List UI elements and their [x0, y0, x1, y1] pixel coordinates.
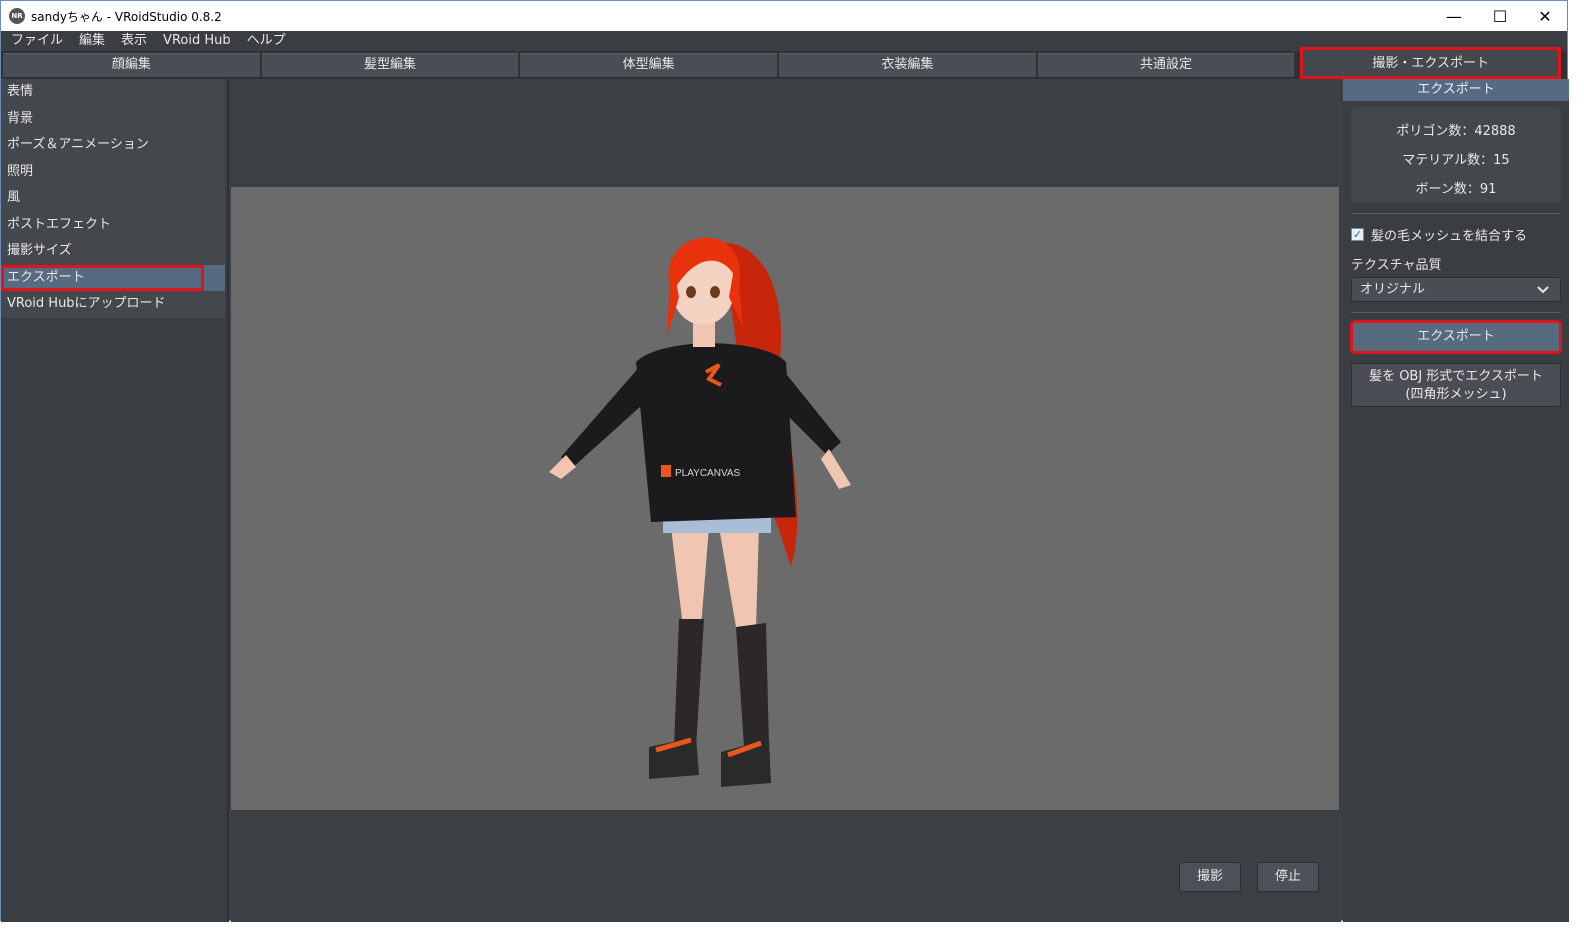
tab-photo-export[interactable]: 撮影・エクスポート [1300, 47, 1562, 79]
combine-hair-option[interactable]: ✓ 髪の毛メッシュを結合する [1343, 224, 1569, 244]
maximize-icon[interactable]: ☐ [1477, 1, 1523, 31]
sidebar-list: 表情 背景 ポーズ＆アニメーション 照明 風 ポストエフェクト 撮影サイズ エク… [1, 79, 225, 318]
texture-quality-value: オリジナル [1360, 282, 1426, 297]
sidebar-item-export[interactable]: エクスポート [1, 264, 225, 291]
export-hair-obj-button[interactable]: 髪を OBJ 形式でエクスポート (四角形メッシュ) [1351, 363, 1561, 407]
export-panel: エクスポート ポリゴン数：42888 マテリアル数：15 ボーン数：91 ✓ 髪… [1343, 79, 1569, 922]
mode-tab-bar: 顔編集 髪型編集 体型編集 衣装編集 共通設定 撮影・エクスポート [1, 47, 1567, 79]
menu-bar: ファイル 編集 表示 VRoid Hub ヘルプ [1, 31, 1567, 51]
texture-quality-label: テクスチャ品質 [1351, 258, 1442, 273]
minimize-icon[interactable]: — [1431, 1, 1477, 31]
window-title: sandyちゃん - VRoidStudio 0.8.2 [31, 10, 222, 24]
menu-edit[interactable]: 編集 [71, 31, 113, 51]
viewport: PLAYCANVAS 撮影 停止 [231, 79, 1341, 922]
sidebar-item-pose-animation[interactable]: ポーズ＆アニメーション [1, 132, 225, 159]
sidebar-item-lighting[interactable]: 照明 [1, 159, 225, 186]
material-count: マテリアル数：15 [1402, 153, 1510, 168]
export-hair-obj-sublabel: (四角形メッシュ) [1405, 387, 1507, 402]
chevron-down-icon [1536, 278, 1550, 309]
sidebar-item-wind[interactable]: 風 [1, 185, 225, 212]
sidebar-item-post-effect[interactable]: ポストエフェクト [1, 212, 225, 239]
left-sidebar: 表情 背景 ポーズ＆アニメーション 照明 風 ポストエフェクト 撮影サイズ エク… [1, 79, 229, 922]
close-icon[interactable]: ✕ [1522, 1, 1568, 31]
sidebar-item-expression[interactable]: 表情 [1, 79, 225, 106]
bone-count: ボーン数：91 [1415, 182, 1497, 197]
sidebar-item-export-label: エクスポート [1, 264, 204, 291]
menu-vroid-hub[interactable]: VRoid Hub [155, 31, 239, 51]
combine-hair-label: 髪の毛メッシュを結合する [1371, 228, 1528, 244]
menu-view[interactable]: 表示 [113, 31, 155, 51]
stop-button[interactable]: 停止 [1257, 862, 1319, 892]
divider [1351, 312, 1561, 313]
app-window: NR sandyちゃん - VRoidStudio 0.8.2 — ☐ ✕ ファ… [0, 0, 1569, 922]
tab-common-settings[interactable]: 共通設定 [1037, 53, 1295, 77]
character-model: PLAYCANVAS [549, 237, 851, 787]
menu-file[interactable]: ファイル [3, 31, 71, 51]
capture-button[interactable]: 撮影 [1179, 862, 1241, 892]
divider [1351, 213, 1561, 214]
sidebar-item-background[interactable]: 背景 [1, 106, 225, 133]
sidebar-item-capture-size[interactable]: 撮影サイズ [1, 238, 225, 265]
menu-help[interactable]: ヘルプ [239, 31, 294, 51]
export-button[interactable]: エクスポート [1350, 320, 1562, 354]
sidebar-item-vroid-hub-upload[interactable]: VRoid Hubにアップロード [1, 291, 225, 318]
tab-hair-edit[interactable]: 髪型編集 [261, 53, 519, 77]
tab-outfit-edit[interactable]: 衣装編集 [779, 53, 1036, 77]
tab-body-edit[interactable]: 体型編集 [520, 53, 778, 77]
export-hair-obj-label: 髪を OBJ 形式でエクスポート [1369, 369, 1543, 384]
tab-face-edit[interactable]: 顔編集 [3, 53, 260, 77]
combine-hair-checkbox[interactable]: ✓ [1351, 227, 1364, 241]
model-stats: ポリゴン数：42888 マテリアル数：15 ボーン数：91 [1351, 107, 1561, 203]
app-logo-icon: NR [9, 8, 25, 24]
panel-title: エクスポート [1343, 79, 1569, 101]
title-bar: NR sandyちゃん - VRoidStudio 0.8.2 — ☐ ✕ [1, 1, 1567, 31]
texture-quality-select[interactable]: オリジナル [1351, 277, 1561, 302]
hoodie-logo-text: PLAYCANVAS [675, 468, 741, 479]
polygon-count: ポリゴン数：42888 [1396, 124, 1516, 139]
3d-canvas[interactable]: PLAYCANVAS [231, 187, 1339, 810]
